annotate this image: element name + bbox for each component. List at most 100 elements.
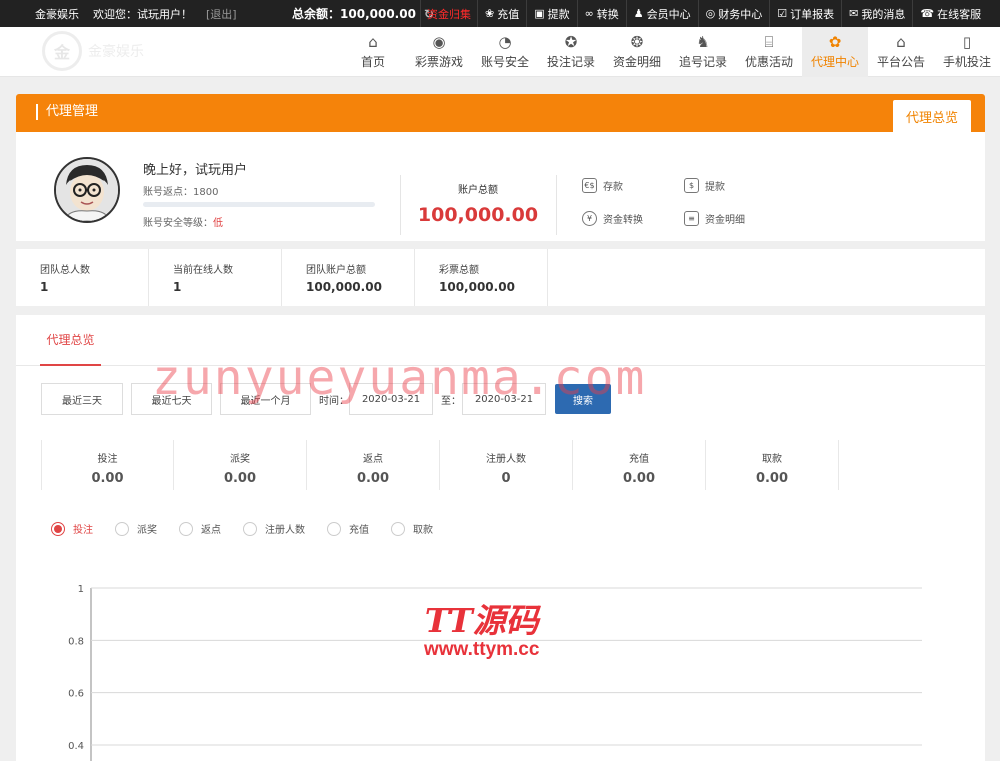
series-radio[interactable]: 投注 xyxy=(51,521,93,536)
nav-item-icon: ◔ xyxy=(498,33,512,51)
total-balance-value: 100,000.00 xyxy=(340,6,416,21)
overview-stat-value: 0 xyxy=(501,471,511,486)
time-label: 时间： xyxy=(319,396,349,407)
nav-item[interactable]: ⌸ 优惠活动 xyxy=(736,27,802,77)
chart-y-tick-label: 0.4 xyxy=(68,741,84,752)
nav-item[interactable]: ♞ 追号记录 xyxy=(670,27,736,77)
tab-overview[interactable]: 代理总览 xyxy=(40,315,101,366)
top-link-icon: ♟ xyxy=(633,7,644,20)
to-label: 至： xyxy=(441,396,461,407)
withdraw-label: 提款 xyxy=(705,182,725,193)
overview-tabs: 代理总览 xyxy=(16,315,985,366)
radio-dot-icon xyxy=(327,521,341,536)
team-stat-label: 团队总人数 xyxy=(40,265,90,276)
team-stat-value: 1 xyxy=(173,280,182,294)
security-value: 低 xyxy=(213,218,223,229)
nav-item[interactable]: ⌂ 首页 xyxy=(340,27,406,77)
nav-item[interactable]: ⌂ 平台公告 xyxy=(868,27,934,77)
top-link-label: 订单报表 xyxy=(790,7,835,21)
nav-item[interactable]: ✪ 投注记录 xyxy=(538,27,604,77)
greeting: 晚上好，试玩用户 xyxy=(143,163,248,178)
transfer-link[interactable]: ¥ 资金转换 xyxy=(582,211,643,226)
account-balance-label: 账户总额 xyxy=(458,185,498,196)
overview-chart: 1 0.8 0.6 0.4 xyxy=(68,584,922,761)
team-stat-label: 当前在线人数 xyxy=(173,265,233,276)
team-stat: 当前在线人数 1 xyxy=(149,249,282,306)
withdraw-link[interactable]: $ 提款 xyxy=(684,178,725,193)
fund-details-icon: ≡ xyxy=(684,211,699,226)
date-from-input[interactable]: 2020-03-21 xyxy=(349,383,433,415)
radio-dot-icon xyxy=(115,521,129,536)
nav-item-icon: ✪ xyxy=(564,33,578,51)
top-link[interactable]: ☑ 订单报表 xyxy=(769,0,841,27)
overview-stat-value: 0.00 xyxy=(356,471,390,486)
divider xyxy=(556,175,557,235)
team-stat-label: 团队账户总额 xyxy=(306,265,366,276)
series-radio-label: 返点 xyxy=(201,525,221,536)
nav-item[interactable]: ✿ 代理中心 xyxy=(802,27,868,77)
top-link-label: 提款 xyxy=(547,7,570,21)
chart-y-tick-label: 1 xyxy=(78,584,84,595)
series-radio[interactable]: 注册人数 xyxy=(243,521,305,536)
top-bar: 金豪娱乐 欢迎您：试玩用户！ [退出] 总余额： 100,000.00 ↻ 资金… xyxy=(0,0,1000,27)
site-logo[interactable]: 金 金豪娱乐 xyxy=(42,31,144,71)
nav-item-label: 代理中心 xyxy=(810,55,859,69)
series-radio-label: 充值 xyxy=(349,525,369,536)
overview-stat: 取款 0.00 xyxy=(706,440,839,490)
overview-stat-value: 0.00 xyxy=(223,471,257,486)
nav-item[interactable]: ◔ 账号安全 xyxy=(472,27,538,77)
logout-link[interactable]: [退出] xyxy=(206,6,237,22)
top-link-label: 资金归集 xyxy=(427,7,471,21)
series-radio-label: 取款 xyxy=(413,525,433,536)
overview-stat: 投注 0.00 xyxy=(41,440,174,490)
nav-item-icon: ✿ xyxy=(828,33,842,51)
total-balance: 总余额： 100,000.00 ↻ xyxy=(292,0,434,27)
series-radio[interactable]: 取款 xyxy=(391,521,433,536)
team-stat: 彩票总额 100,000.00 xyxy=(415,249,548,306)
top-link-icon: ◎ xyxy=(705,7,716,20)
nav-item-label: 彩票游戏 xyxy=(414,55,463,69)
last-3-days-button[interactable]: 最近三天 xyxy=(41,383,123,415)
overview-stat-label: 充值 xyxy=(629,454,649,465)
chart-y-tick-label: 0.8 xyxy=(68,636,84,647)
nav-item-label: 首页 xyxy=(360,55,385,69)
top-link[interactable]: ✉ 我的消息 xyxy=(841,0,912,27)
tab-agent-overview[interactable]: 代理总览 xyxy=(893,100,971,132)
top-link[interactable]: ♟ 会员中心 xyxy=(625,0,698,27)
overview-stat-label: 注册人数 xyxy=(486,454,526,465)
welcome-text: 欢迎您：试玩用户！ xyxy=(93,7,192,21)
team-stat: 团队账户总额 100,000.00 xyxy=(282,249,415,306)
top-link-icon: ▣ xyxy=(534,7,545,20)
avatar-icon xyxy=(56,159,118,221)
series-radio[interactable]: 派奖 xyxy=(115,521,157,536)
security-level: 账号安全等级：低 xyxy=(143,214,223,229)
panel-header: 代理管理 代理总览 xyxy=(16,94,985,132)
team-stat-label: 彩票总额 xyxy=(439,265,479,276)
transfer-icon: ¥ xyxy=(582,211,597,226)
fund-details-link[interactable]: ≡ 资金明细 xyxy=(684,211,745,226)
last-7-days-button[interactable]: 最近七天 xyxy=(131,383,212,415)
series-radio-label: 注册人数 xyxy=(265,525,305,536)
series-radio[interactable]: 返点 xyxy=(179,521,221,536)
total-balance-label: 总余额： xyxy=(292,7,341,21)
nav-item[interactable]: ▯ 手机投注 xyxy=(934,27,1000,77)
profile-card: 晚上好，试玩用户 账号返点：1800 账号安全等级：低 账户总额 100,000… xyxy=(16,132,985,241)
top-link[interactable]: ◎ 财务中心 xyxy=(697,0,770,27)
top-link[interactable]: ❀ 充值 xyxy=(477,0,526,27)
top-link[interactable]: ∞ 转换 xyxy=(576,0,626,27)
nav-item-label: 投注记录 xyxy=(546,55,595,69)
nav-item[interactable]: ❂ 资金明细 xyxy=(604,27,670,77)
series-radio[interactable]: 充值 xyxy=(327,521,369,536)
top-link[interactable]: 资金归集 xyxy=(420,0,477,27)
deposit-link[interactable]: €$ 存款 xyxy=(582,178,623,193)
nav-item-label: 优惠活动 xyxy=(744,55,793,69)
last-month-button[interactable]: 最近一个月 xyxy=(220,383,311,415)
top-link[interactable]: ▣ 提款 xyxy=(526,0,576,27)
top-link[interactable]: ☎ 在线客服 xyxy=(912,0,988,27)
nav-item[interactable]: ◉ 彩票游戏 xyxy=(406,27,472,77)
account-balance-value: 100,000.00 xyxy=(417,204,539,226)
nav-item-icon: ▯ xyxy=(962,33,972,51)
overview-stat-value: 0.00 xyxy=(622,471,656,486)
search-button[interactable]: 搜索 xyxy=(555,384,611,414)
date-to-input[interactable]: 2020-03-21 xyxy=(462,383,546,415)
